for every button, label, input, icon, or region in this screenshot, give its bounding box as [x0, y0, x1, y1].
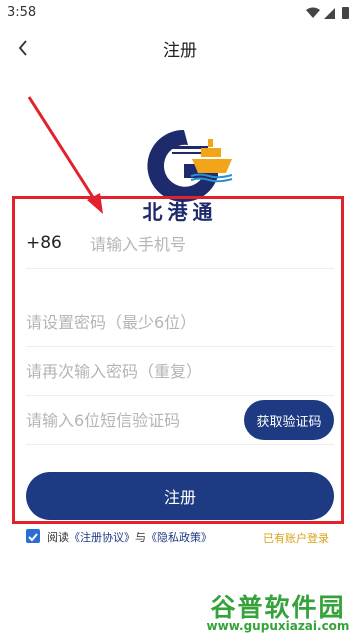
get-code-button[interactable]: 获取验证码: [244, 400, 334, 440]
agreement-checkbox[interactable]: [26, 529, 40, 543]
watermark-url: www.gupuxiazai.com: [206, 619, 350, 633]
country-code[interactable]: +86: [26, 233, 62, 253]
battery-icon: [342, 7, 349, 19]
page-title: 注册: [163, 41, 197, 61]
phone-row: +86: [26, 219, 334, 269]
agreement-prefix: 阅读: [47, 531, 69, 544]
password-row: [26, 297, 334, 347]
checkmark-icon: [28, 533, 38, 542]
agreement-text: 阅读《注册协议》与《隐私政策》: [47, 529, 212, 545]
confirm-password-row: [26, 346, 334, 396]
terms-link[interactable]: 《注册协议》: [69, 531, 135, 544]
phone-input[interactable]: [90, 229, 330, 259]
status-icons: [306, 7, 349, 19]
login-link[interactable]: 已有账户登录: [263, 530, 329, 546]
register-button[interactable]: 注册: [26, 472, 334, 520]
signal-icon: [324, 8, 335, 19]
nav-bar: 注册: [0, 26, 360, 70]
wifi-icon: [306, 7, 320, 18]
status-bar: 3:58: [0, 0, 360, 26]
agreement-and: 与: [135, 531, 146, 544]
password-input[interactable]: [26, 307, 326, 337]
confirm-password-input[interactable]: [26, 356, 326, 386]
privacy-link[interactable]: 《隐私政策》: [146, 531, 212, 544]
status-time: 3:58: [7, 5, 37, 20]
watermark: 谷普软件园 www.gupuxiazai.com: [196, 584, 360, 639]
sms-code-input[interactable]: [26, 405, 236, 435]
